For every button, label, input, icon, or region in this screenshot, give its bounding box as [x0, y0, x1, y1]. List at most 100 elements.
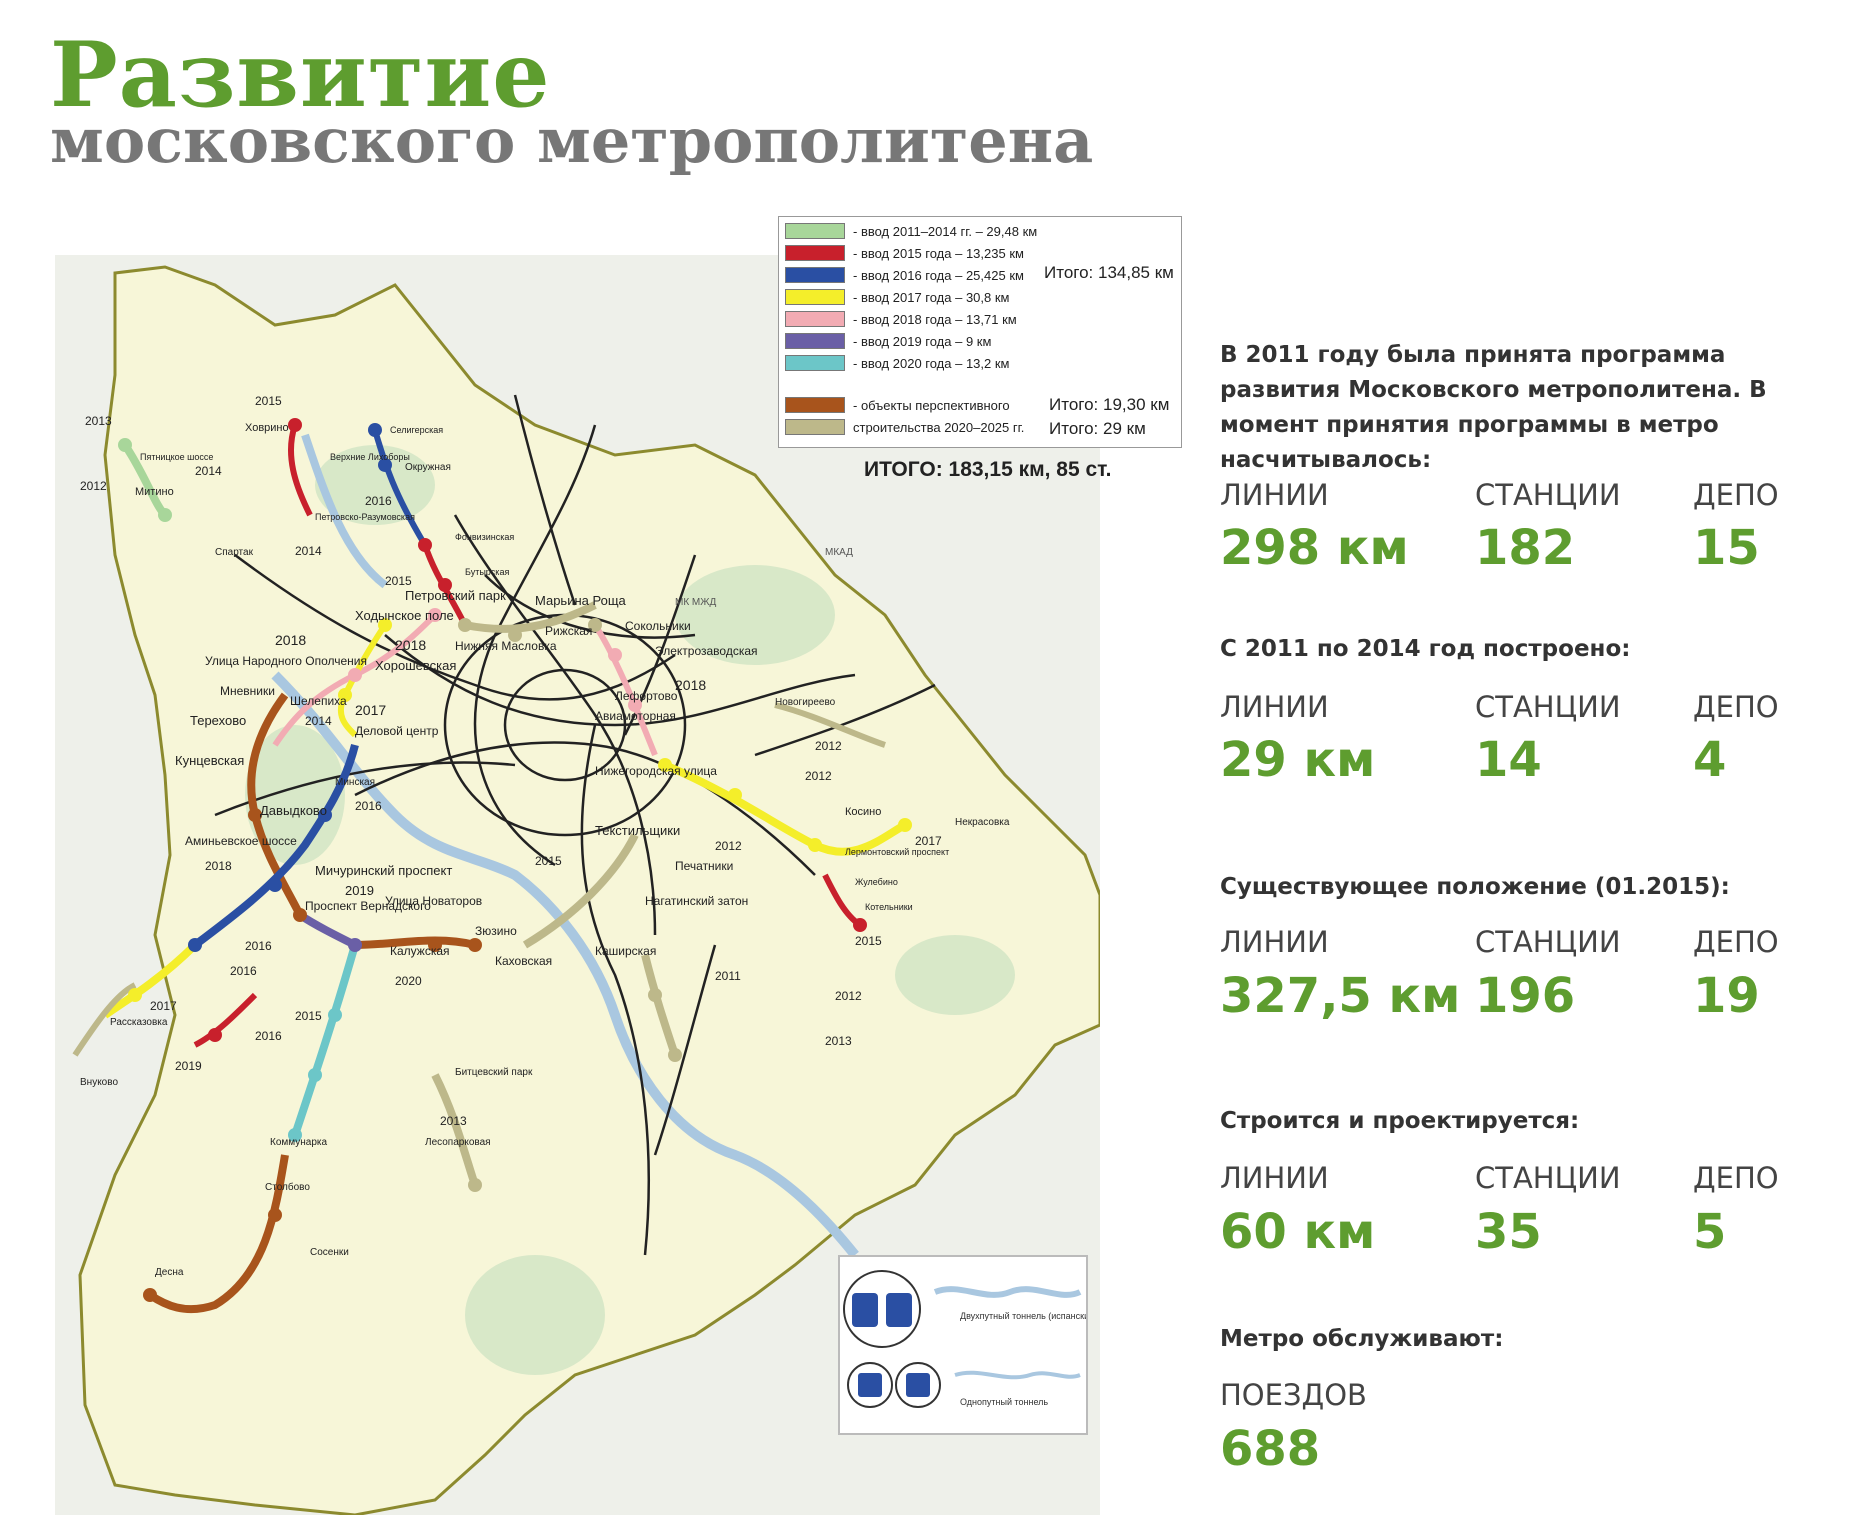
- tunnel-single-label: Однопутный тоннель: [960, 1397, 1048, 1407]
- section-title: С 2011 по 2014 год построено:: [1220, 636, 1631, 662]
- map-legend: - ввод 2011–2014 гг. – 29,48 км - ввод 2…: [778, 216, 1182, 448]
- map-label: Спартак: [215, 547, 254, 558]
- map-label: 2016: [230, 964, 257, 978]
- map-label: Нижняя Масловка: [455, 639, 557, 653]
- legend-item: строительства 2020–2025 гг.: [785, 419, 1024, 435]
- legend-item: - ввод 2015 года – 13,235 км: [785, 245, 1024, 261]
- map-label: Бутырская: [465, 567, 509, 577]
- legend-item: - ввод 2018 года – 13,71 км: [785, 311, 1017, 327]
- map-label: Битцевский парк: [455, 1067, 533, 1078]
- map-label: Мичуринский проспект: [315, 863, 452, 878]
- map-label: Десна: [155, 1267, 184, 1278]
- map-label: Косино: [845, 806, 881, 818]
- value-stations: 35: [1475, 1204, 1542, 1260]
- label-lines: ЛИНИИ: [1220, 925, 1329, 959]
- section-title: Существующее положение (01.2015):: [1220, 874, 1730, 900]
- map-label: Некрасовка: [955, 817, 1010, 828]
- map-label: Минская: [335, 777, 375, 788]
- map-label: 2017: [355, 702, 386, 718]
- map-label: Аминьевское шоссе: [185, 834, 297, 848]
- label-lines: ЛИНИИ: [1220, 478, 1329, 512]
- map-label: 2016: [255, 1029, 282, 1043]
- park-area: [465, 1255, 605, 1375]
- map-label: Кунцевская: [175, 753, 244, 768]
- tunnel-legend-graphic: Двухпутный тоннель (испанский метод) Одн…: [843, 1270, 1125, 1408]
- map-label: 2016: [355, 799, 382, 813]
- map-label: Жулебино: [855, 877, 898, 887]
- map-label: 2016: [245, 939, 272, 953]
- value-trains: 688: [1220, 1421, 1321, 1477]
- map-label: Ходынское поле: [355, 608, 454, 623]
- map-label: Лесопарковая: [425, 1137, 491, 1148]
- map-label: 2012: [80, 479, 107, 493]
- map-label: Ховрино: [245, 422, 289, 434]
- value-depots: 19: [1693, 968, 1760, 1024]
- map-label: Нагатинский затон: [645, 894, 748, 908]
- map-label: 2013: [440, 1114, 467, 1128]
- map-label: 2015: [295, 1009, 322, 1023]
- map-label: Рижская: [545, 624, 592, 638]
- map-label: Селигерская: [390, 425, 443, 435]
- value-stations: 14: [1475, 732, 1542, 788]
- map-label: 2018: [275, 632, 306, 648]
- value-lines: 29 км: [1220, 732, 1376, 788]
- legend-total: Итого: 29 км: [1049, 419, 1146, 438]
- map-label: Верхние Лихоборы: [330, 452, 410, 462]
- label-depots: ДЕПО: [1693, 925, 1779, 959]
- map-label: Петровский парк: [405, 588, 506, 603]
- map-label: Терехово: [190, 713, 246, 728]
- map-label: Электрозаводская: [655, 644, 758, 658]
- map-label: 2020: [395, 974, 422, 988]
- label-stations: СТАНЦИИ: [1475, 478, 1621, 512]
- map-label: МКАД: [825, 547, 853, 558]
- stats-panel: В 2011 году была принята программа разви…: [1220, 338, 1860, 1477]
- label-stations: СТАНЦИИ: [1475, 690, 1621, 724]
- page-subtitle: московского метрополитена: [50, 104, 1094, 177]
- intro-text: В 2011 году была принята программа разви…: [1220, 342, 1767, 473]
- map-label: Пятницкое шоссе: [140, 452, 213, 462]
- map-label: Зюзино: [475, 924, 517, 938]
- map-label: Лермонтовский проспект: [845, 847, 949, 857]
- map-label: Рассказовка: [110, 1017, 168, 1028]
- label-trains: ПОЕЗДОВ: [1220, 1378, 1367, 1412]
- label-depots: ДЕПО: [1693, 478, 1779, 512]
- value-lines: 60 км: [1220, 1204, 1376, 1260]
- map-label: Окружная: [405, 462, 451, 473]
- map-label: 2012: [715, 839, 742, 853]
- map-label: Котельники: [865, 902, 913, 912]
- map-label: МК МЖД: [675, 597, 716, 608]
- map-label: Хорошевская: [375, 658, 456, 673]
- label-stations: СТАНЦИИ: [1475, 925, 1621, 959]
- value-depots: 15: [1693, 520, 1760, 576]
- map-label: 2012: [805, 769, 832, 783]
- value-depots: 5: [1693, 1204, 1727, 1260]
- map-label: 2015: [855, 934, 882, 948]
- map-label: 2015: [385, 574, 412, 588]
- map-label: 2015: [535, 854, 562, 868]
- map-label: 2013: [85, 414, 112, 428]
- map-label: Деловой центр: [355, 724, 439, 738]
- map-label: Фонвизинская: [455, 532, 514, 542]
- map-label: Улица Народного Ополчения: [205, 654, 367, 668]
- label-stations: СТАНЦИИ: [1475, 1161, 1621, 1195]
- map-label: 2011: [715, 969, 741, 983]
- tunnel-double-label: Двухпутный тоннель (испанский метод): [960, 1311, 1086, 1321]
- map-label: Сосенки: [310, 1247, 349, 1258]
- legend-item: - ввод 2017 года – 30,8 км: [785, 289, 1010, 305]
- map-label: Давыдково: [260, 803, 327, 818]
- legend-grand-total: ИТОГО: 183,15 км, 85 ст.: [864, 458, 1112, 481]
- map-label: 2016: [365, 494, 392, 508]
- map-label: 2012: [815, 739, 842, 753]
- value-stations: 196: [1475, 968, 1576, 1024]
- section-title: Метро обслуживают:: [1220, 1326, 1504, 1352]
- map-label: Каширская: [595, 944, 656, 958]
- map-label: Петровско-Разумовская: [315, 512, 415, 522]
- map-label: 2017: [915, 834, 942, 848]
- section-title: Строится и проектируется:: [1220, 1108, 1580, 1134]
- value-stations: 182: [1475, 520, 1576, 576]
- label-lines: ЛИНИИ: [1220, 690, 1329, 724]
- map-label: Сокольники: [625, 619, 691, 633]
- map-label: 2014: [305, 714, 332, 728]
- park-area: [895, 935, 1015, 1015]
- map-label: 2014: [195, 464, 222, 478]
